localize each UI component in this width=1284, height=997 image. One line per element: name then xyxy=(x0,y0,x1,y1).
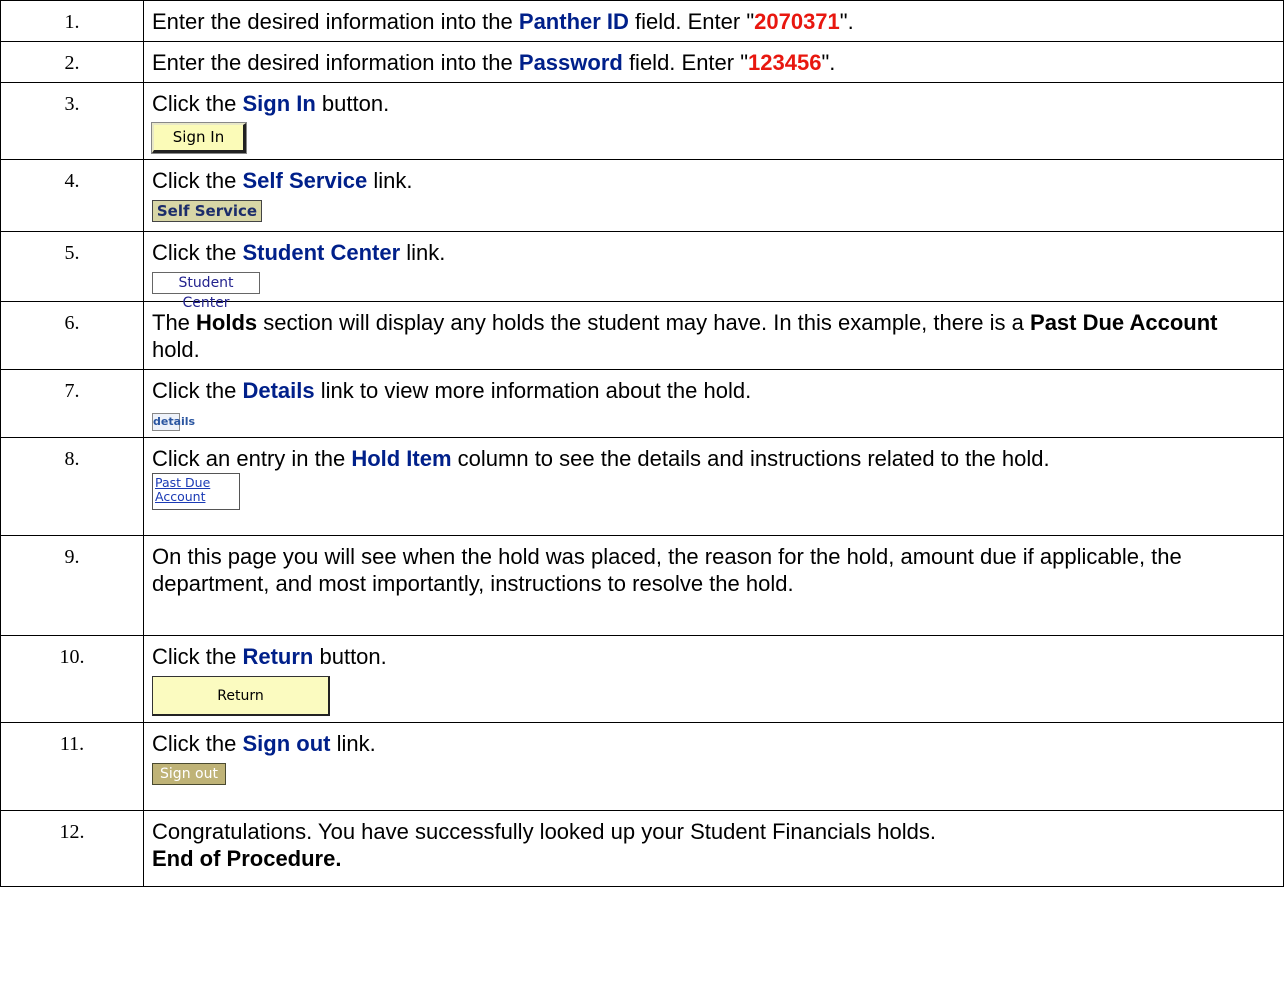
step-row-1: 1. Enter the desired information into th… xyxy=(0,0,1284,42)
ui-element-name: Sign out xyxy=(242,731,331,756)
entry-value: 123456 xyxy=(748,50,822,75)
details-link-screenshot[interactable]: details xyxy=(152,413,195,431)
step-row-9: 9. On this page you will see when the ho… xyxy=(0,535,1284,636)
step-row-3: 3. Click the Sign In button. Sign In xyxy=(0,82,1284,160)
procedure-table: 1. Enter the desired information into th… xyxy=(0,0,1284,887)
step-instruction: Congratulations. You have successfully l… xyxy=(143,810,1284,887)
sign-in-button-screenshot[interactable]: Sign In xyxy=(151,122,247,154)
step-number: 7. xyxy=(0,369,144,438)
ui-element-name: Details xyxy=(242,378,315,403)
step-number: 9. xyxy=(0,535,144,636)
step-row-10: 10. Click the Return button. Return xyxy=(0,635,1284,723)
step-instruction: The Holds section will display any holds… xyxy=(143,301,1284,370)
step-instruction: Click the Student Center link. Student C… xyxy=(143,231,1284,311)
step-row-7: 7. Click the Details link to view more i… xyxy=(0,369,1284,438)
step-instruction: On this page you will see when the hold … xyxy=(143,535,1284,636)
step-instruction: Click an entry in the Hold Item column t… xyxy=(143,437,1284,536)
step-instruction: Click the Return button. Return xyxy=(143,635,1284,723)
step-row-8: 8. Click an entry in the Hold Item colum… xyxy=(0,437,1284,536)
step-instruction: Enter the desired information into the P… xyxy=(143,0,1284,42)
step-row-12: 12. Congratulations. You have successful… xyxy=(0,810,1284,887)
step-number: 5. xyxy=(0,231,144,302)
step-row-2: 2. Enter the desired information into th… xyxy=(0,41,1284,83)
hold-name: Past Due Account xyxy=(1030,310,1218,335)
step-row-4: 4. Click the Self Service link. Self Ser… xyxy=(0,159,1284,232)
step-number: 6. xyxy=(0,301,144,370)
student-center-link-screenshot[interactable]: Student Center xyxy=(152,272,260,311)
step-number: 10. xyxy=(0,635,144,723)
step-number: 1. xyxy=(0,0,144,42)
ui-element-name: Hold Item xyxy=(351,446,452,471)
ui-element-name: Self Service xyxy=(242,168,368,193)
step-instruction: Click the Sign out link. Sign out xyxy=(143,722,1284,811)
step-number: 2. xyxy=(0,41,144,83)
step-instruction: Click the Details link to view more info… xyxy=(143,369,1284,438)
step-row-5: 5. Click the Student Center link. Studen… xyxy=(0,231,1284,311)
step-row-6: 6. The Holds section will display any ho… xyxy=(0,301,1284,370)
ui-element-name: Password xyxy=(518,50,623,75)
step-row-11: 11. Click the Sign out link. Sign out xyxy=(0,722,1284,811)
step-number: 12. xyxy=(0,810,144,887)
end-of-procedure: End of Procedure. xyxy=(152,846,342,871)
step-instruction: Click the Sign In button. Sign In xyxy=(143,82,1284,160)
sign-out-link-screenshot[interactable]: Sign out xyxy=(152,763,226,785)
ui-element-name: Panther ID xyxy=(518,9,629,34)
section-name: Holds xyxy=(196,310,258,335)
step-instruction: Click the Self Service link. Self Servic… xyxy=(143,159,1284,232)
entry-value: 2070371 xyxy=(754,9,840,34)
ui-element-name: Return xyxy=(242,644,314,669)
self-service-link-screenshot[interactable]: Self Service xyxy=(152,200,262,222)
step-instruction: Enter the desired information into the P… xyxy=(143,41,1284,83)
step-number: 8. xyxy=(0,437,144,536)
ui-element-name: Student Center xyxy=(242,240,401,265)
step-number: 11. xyxy=(0,722,144,811)
past-due-account-link-screenshot[interactable]: Past Due Account xyxy=(152,473,240,510)
return-button-screenshot[interactable]: Return xyxy=(152,676,330,716)
step-number: 4. xyxy=(0,159,144,232)
ui-element-name: Sign In xyxy=(242,91,316,116)
step-number: 3. xyxy=(0,82,144,160)
